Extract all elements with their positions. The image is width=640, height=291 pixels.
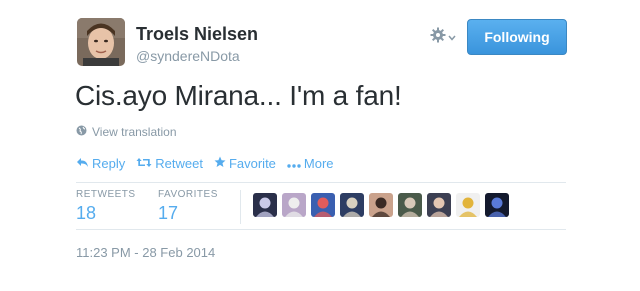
favorites-label: FAVORITES [158,189,218,200]
reply-label: Reply [92,156,126,171]
favoriter-avatar-6[interactable] [398,193,422,217]
retweet-icon [136,156,152,171]
favoriters-avatars [253,193,509,217]
divider [76,182,566,183]
retweets-stat[interactable]: RETWEETS 18 [76,189,136,224]
favorites-stat[interactable]: FAVORITES 17 [158,189,218,224]
star-icon [214,156,226,171]
user-actions-dropdown[interactable] [430,27,460,47]
stats-divider [240,190,241,224]
reply-button[interactable]: Reply [76,156,125,171]
favorite-button[interactable]: Favorite [214,156,276,171]
chevron-down-icon [448,28,456,46]
following-button[interactable]: Following [467,19,567,55]
author-name[interactable]: Troels Nielsen [136,24,258,45]
more-icon [287,156,301,171]
favoriter-avatar-9[interactable] [485,193,509,217]
gear-icon [430,27,446,48]
favoriter-avatar-2[interactable] [282,193,306,217]
favoriter-avatar-1[interactable] [253,193,277,217]
author-avatar[interactable] [77,18,125,66]
view-translation-label: View translation [92,125,177,139]
globe-icon [76,125,87,139]
tweet-text: Cis.ayo Mirana... I'm a fan! [75,80,402,111]
view-translation-link[interactable]: View translation [76,125,177,139]
divider [76,229,566,230]
more-button[interactable]: More [287,156,334,171]
retweets-count[interactable]: 18 [76,203,136,224]
favoriter-avatar-5[interactable] [369,193,393,217]
favorites-count[interactable]: 17 [158,203,218,224]
retweets-label: RETWEETS [76,189,136,200]
retweet-button[interactable]: Retweet [136,156,203,171]
retweet-label: Retweet [155,156,203,171]
favoriter-avatar-4[interactable] [340,193,364,217]
favoriter-avatar-7[interactable] [427,193,451,217]
favoriter-avatar-8[interactable] [456,193,480,217]
tweet-actions: Reply Retweet Favorite More [76,156,334,171]
favoriter-avatar-3[interactable] [311,193,335,217]
author-handle[interactable]: @syndereNDota [136,48,240,64]
more-label: More [303,156,334,171]
reply-icon [76,156,89,171]
tweet-timestamp[interactable]: 11:23 PM - 28 Feb 2014 [76,245,215,260]
favorite-label: Favorite [228,156,276,171]
